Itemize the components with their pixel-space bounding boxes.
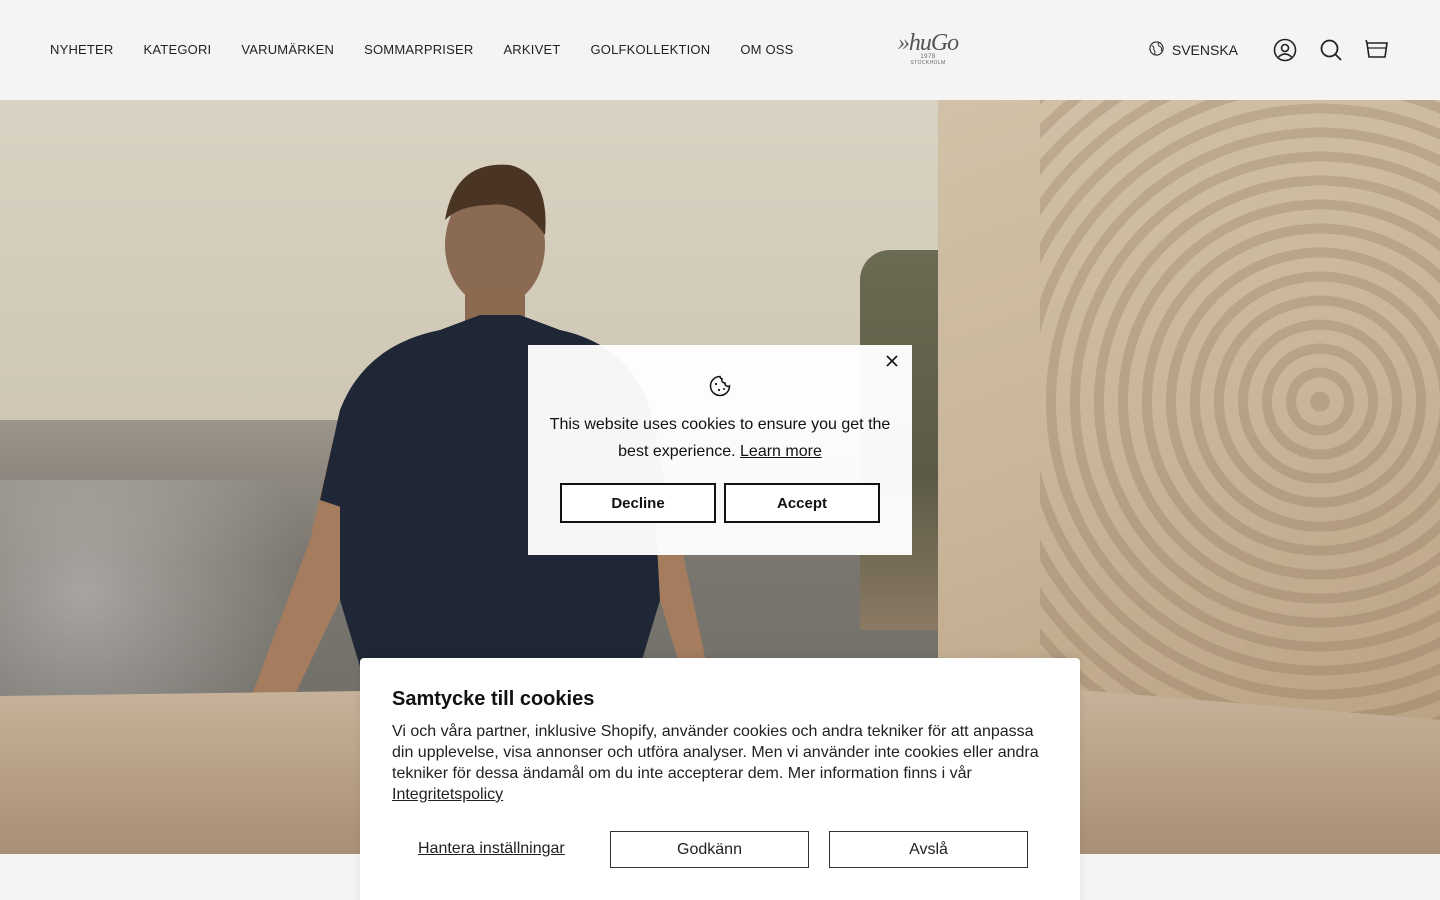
logo-wordmark: »huGo <box>897 30 959 56</box>
nav-item-sommarpriser[interactable]: SOMMARPRISER <box>364 42 473 57</box>
search-icon[interactable] <box>1318 37 1344 63</box>
consent-title: Samtycke till cookies <box>392 688 595 710</box>
close-icon[interactable] <box>882 351 902 371</box>
globe-icon <box>1149 41 1164 59</box>
reject-button[interactable]: Avslå <box>829 831 1028 868</box>
cookie-popup-message: This website uses cookies to ensure you … <box>548 411 892 465</box>
privacy-policy-link[interactable]: Integritetspolicy <box>392 786 503 803</box>
language-selector[interactable]: SVENSKA <box>1149 41 1238 59</box>
main-nav: NYHETER KATEGORI VARUMÄRKEN SOMMARPRISER… <box>50 0 794 98</box>
manage-settings-link[interactable]: Hantera inställningar <box>418 840 565 858</box>
language-label: SVENSKA <box>1171 42 1238 58</box>
brand-logo[interactable]: »huGo 1978 STOCKHOLM <box>892 30 964 68</box>
nav-item-arkivet[interactable]: ARKIVET <box>503 42 560 57</box>
nav-item-kategori[interactable]: KATEGORI <box>144 42 212 57</box>
consent-body-text: Vi och våra partner, inklusive Shopify, … <box>392 723 1039 782</box>
cookie-icon <box>709 375 731 397</box>
nav-item-nyheter[interactable]: NYHETER <box>50 42 114 57</box>
accept-button[interactable]: Accept <box>724 483 880 523</box>
cookie-popup: This website uses cookies to ensure you … <box>528 345 912 555</box>
consent-body: Vi och våra partner, inklusive Shopify, … <box>392 721 1042 805</box>
nav-item-varumarken[interactable]: VARUMÄRKEN <box>241 42 334 57</box>
cookie-popup-text: This website uses cookies to ensure you … <box>549 416 891 460</box>
approve-button[interactable]: Godkänn <box>610 831 809 868</box>
site-header: NYHETER KATEGORI VARUMÄRKEN SOMMARPRISER… <box>0 0 1440 100</box>
account-icon[interactable] <box>1272 37 1298 63</box>
header-tools: SVENSKA <box>1149 30 1390 70</box>
nav-item-om-oss[interactable]: OM OSS <box>740 42 793 57</box>
learn-more-link[interactable]: Learn more <box>740 443 822 460</box>
logo-city: STOCKHOLM <box>910 60 946 66</box>
cart-icon[interactable] <box>1364 37 1390 63</box>
nav-item-golfkollektion[interactable]: GOLFKOLLEKTION <box>590 42 710 57</box>
decline-button[interactable]: Decline <box>560 483 716 523</box>
consent-panel: Samtycke till cookies Vi och våra partne… <box>360 658 1080 900</box>
